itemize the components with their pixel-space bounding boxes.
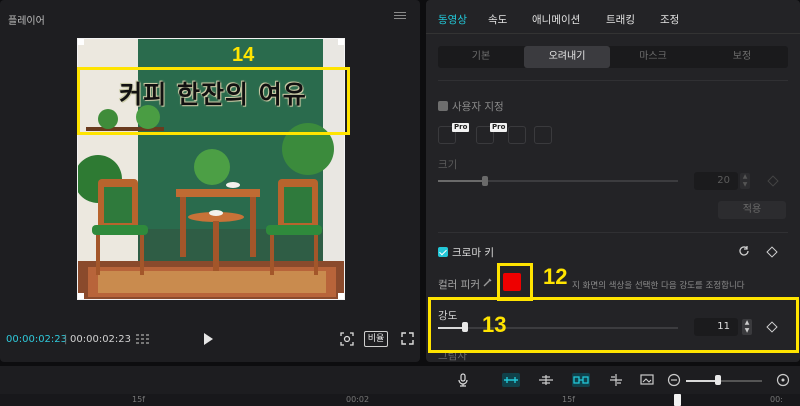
color-picker-hint: 지 화면의 색상을 선택한 다음 강도를 조정합니다 [572,281,745,291]
chroma-key-label: 크로마 키 [452,247,494,259]
size-stepper[interactable]: ▲ ▼ [740,173,750,189]
cover-image-icon[interactable] [640,373,656,387]
zoom-out-icon[interactable] [667,373,681,387]
ruler-tick-label: 00: [770,395,783,404]
timeline-ruler[interactable]: 15f 00:02 15f 00: [0,394,800,406]
menu-icon[interactable] [394,10,406,22]
main-track-magnet-icon[interactable] [502,373,520,387]
keyframe-diamond-icon[interactable] [767,175,779,187]
size-input[interactable]: 20 [694,172,738,190]
microphone-icon[interactable] [456,373,470,387]
subtab-correction[interactable]: 보정 [696,46,788,68]
clear-brush-icon[interactable] [534,126,552,144]
total-timecode: 00:00:02:23 [70,334,132,345]
timeline-toolbar [0,366,800,394]
playhead-handle[interactable] [674,394,681,406]
chroma-key-checkbox[interactable] [438,247,448,257]
tab-animation[interactable]: 애니메이션 [532,12,580,27]
fullscreen-icon[interactable] [401,332,414,345]
linkage-icon[interactable] [572,373,590,387]
property-tabs: 동영상 속도 애니메이션 트래킹 조정 [426,0,800,34]
tab-video[interactable]: 동영상 [438,12,467,27]
custom-cutout-label: 사용자 지정 [452,101,504,113]
annotation-number-14: 14 [232,44,255,66]
zoom-slider-fill [686,380,718,382]
ratio-button[interactable]: 비율 [364,331,388,347]
preview-axis-icon[interactable] [608,373,624,387]
annotation-number-12: 12 [543,264,568,289]
zoom-slider-knob[interactable] [715,375,721,385]
reset-icon[interactable] [738,245,750,257]
zoom-in-icon[interactable] [776,373,790,387]
size-slider-knob[interactable] [482,176,488,186]
player-panel: 플레이어 커피 한잔의 여유 14 00:00:02:23 | 00:00:02… [0,0,420,362]
subtab-bar: 기본 오려내기 마스크 보정 [438,46,788,68]
current-timecode: 00:00:02:23 [6,334,68,345]
play-icon[interactable] [204,333,213,345]
subtab-mask[interactable]: 마스크 [610,46,696,68]
subtab-basic[interactable]: 기본 [438,46,524,68]
annotation-box-12 [497,263,533,301]
ruler-tick-label: 15f [132,395,145,404]
undo-brush-icon[interactable] [508,126,526,144]
player-title: 플레이어 [8,16,45,27]
tab-adjust[interactable]: 조정 [660,12,679,27]
ruler-tick-label: 15f [562,395,575,404]
apply-button[interactable]: 적용 [718,201,786,219]
custom-cutout-checkbox[interactable] [438,101,448,111]
tab-tracking[interactable]: 트래킹 [606,12,635,27]
auto-snap-icon[interactable] [538,373,554,387]
tab-speed[interactable]: 속도 [488,12,507,27]
app-window: 플레이어 커피 한잔의 여유 14 00:00:02:23 | 00:00:02… [0,0,800,406]
keyframe-diamond-icon[interactable] [766,246,778,258]
subtab-cutout[interactable]: 오려내기 [524,46,610,68]
size-label: 크기 [438,159,458,171]
player-controls: 00:00:02:23 | 00:00:02:23 비율 [0,326,420,354]
pro-badge: Pro [490,123,508,132]
color-picker-label: 컬러 피커 [438,279,480,291]
divider [438,232,788,233]
zoom-fit-icon[interactable] [340,332,354,346]
annotation-number-13: 13 [482,312,507,337]
timecode-separator: | [64,334,68,345]
eyedropper-icon[interactable] [482,276,494,288]
ruler-tick-label: 00:02 [346,395,370,404]
size-slider-fill [438,180,486,182]
divider [438,80,788,81]
timeline-grid-icon[interactable] [136,334,150,345]
pro-badge: Pro [452,123,470,132]
annotation-box-14 [77,67,350,135]
